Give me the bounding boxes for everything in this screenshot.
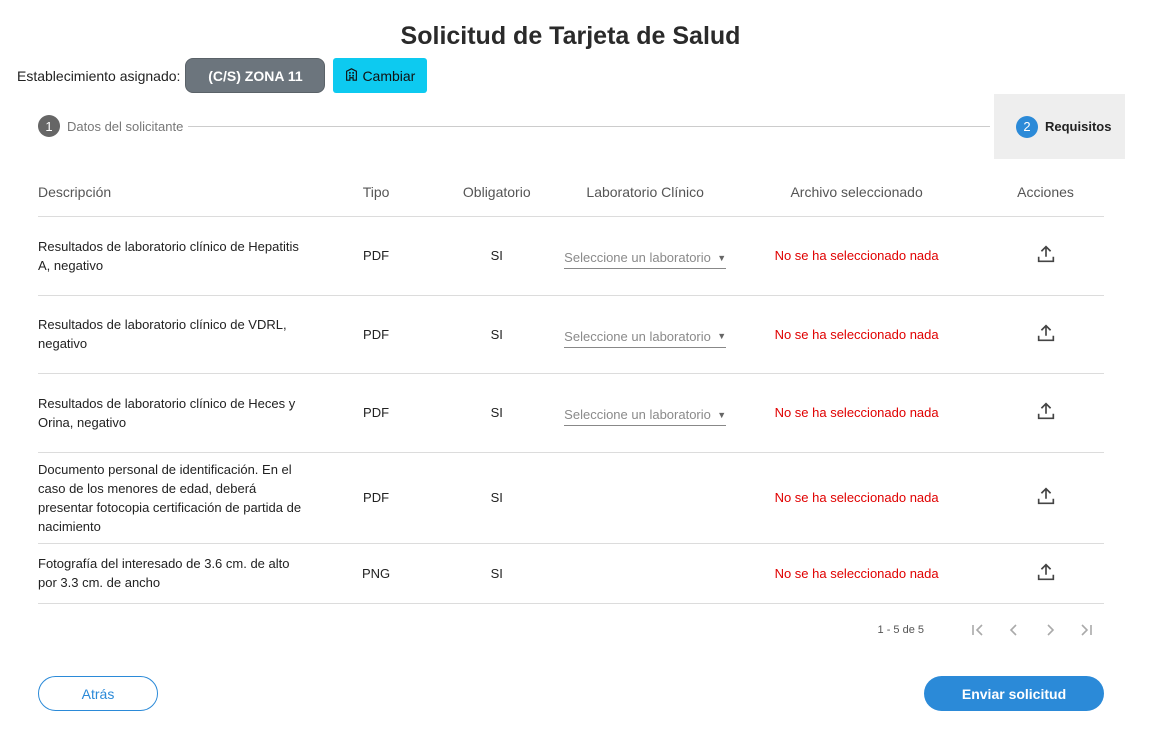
chevron-down-icon: ▼ [717, 331, 727, 341]
step-number: 1 [38, 115, 60, 137]
step-datos-solicitante[interactable]: 1 Datos del solicitante [38, 115, 183, 137]
lab-select[interactable]: Seleccione un laboratorio ▼ [564, 246, 727, 269]
row-required: SI [429, 216, 565, 296]
header-description: Descripción [38, 168, 323, 217]
header-type: Tipo [322, 168, 430, 217]
back-button[interactable]: Atrás [38, 676, 158, 711]
step-connector [188, 126, 990, 127]
row-file-status: No se ha seleccionado nada [726, 216, 988, 296]
row-required: SI [429, 452, 565, 544]
last-page-icon[interactable] [1068, 618, 1104, 642]
step-number: 2 [1016, 115, 1038, 138]
upload-icon[interactable] [1035, 400, 1057, 422]
row-required: SI [429, 373, 565, 453]
row-lab-empty [564, 543, 727, 604]
row-type: PNG [322, 543, 430, 604]
first-page-icon[interactable] [960, 618, 996, 642]
header-required: Obligatorio [429, 168, 565, 217]
header-lab: Laboratorio Clínico [564, 168, 727, 217]
stepper: 1 Datos del solicitante 2 Requisitos [38, 94, 1125, 159]
row-file-status: No se ha seleccionado nada [726, 373, 988, 453]
row-lab-empty [564, 452, 727, 544]
row-type: PDF [322, 216, 430, 296]
page-title: Solicitud de Tarjeta de Salud [400, 22, 741, 50]
establishment-bar: Establecimiento asignado: (C/S) ZONA 11 … [17, 58, 428, 93]
lab-select-placeholder: Seleccione un laboratorio [564, 250, 711, 265]
header-actions: Acciones [987, 168, 1104, 217]
lab-select-placeholder: Seleccione un laboratorio [564, 328, 711, 344]
lab-select[interactable]: Seleccione un laboratorio ▼ [564, 325, 727, 348]
row-file-status: No se ha seleccionado nada [726, 452, 988, 544]
requirements-table: Descripción Tipo Obligatorio Laboratorio… [38, 168, 1104, 604]
step-label: Requisitos [1045, 119, 1112, 134]
building-icon [345, 67, 358, 84]
step-requisitos[interactable]: 2 Requisitos [994, 94, 1125, 159]
establishment-label: Establecimiento asignado: [17, 67, 181, 84]
table-row: Fotografía del interesado de 3.6 cm. de … [38, 543, 1104, 604]
row-type: PDF [322, 373, 430, 453]
row-description: Resultados de laboratorio clínico de VDR… [38, 295, 323, 374]
zone-chip: (C/S) ZONA 11 [185, 58, 326, 93]
row-type: PDF [322, 295, 430, 374]
row-description: Resultados de laboratorio clínico de Hep… [38, 216, 323, 296]
submit-request-button[interactable]: Enviar solicitud [924, 676, 1104, 711]
upload-icon[interactable] [1035, 243, 1057, 265]
lab-select-placeholder: Seleccione un laboratorio [564, 407, 711, 422]
row-description: Fotografía del interesado de 3.6 cm. de … [38, 543, 323, 604]
table-row: Resultados de laboratorio clínico de Hec… [38, 373, 1104, 453]
header-file: Archivo seleccionado [726, 168, 988, 217]
lab-select[interactable]: Seleccione un laboratorio ▼ [564, 403, 727, 426]
chevron-down-icon: ▼ [717, 409, 727, 420]
row-description: Resultados de laboratorio clínico de Hec… [38, 373, 323, 453]
row-required: SI [429, 295, 565, 374]
change-label: Cambiar [362, 67, 416, 84]
row-file-status: No se ha seleccionado nada [726, 295, 988, 374]
chevron-left-icon[interactable] [996, 618, 1032, 642]
table-row: Resultados de laboratorio clínico de VDR… [38, 295, 1104, 374]
table-row: Documento personal de identificación. En… [38, 452, 1104, 544]
paginator-range: 1 - 5 de 5 [877, 624, 924, 636]
table-row: Resultados de laboratorio clínico de Hep… [38, 216, 1104, 296]
table-header-row: Descripción Tipo Obligatorio Laboratorio… [38, 168, 1104, 217]
row-type: PDF [322, 452, 430, 544]
step-label: Datos del solicitante [67, 118, 184, 134]
row-required: SI [429, 543, 565, 604]
chevron-down-icon: ▼ [717, 252, 727, 263]
change-establishment-button[interactable]: Cambiar [333, 58, 428, 93]
row-file-status: No se ha seleccionado nada [726, 543, 988, 604]
row-description: Documento personal de identificación. En… [38, 452, 323, 544]
upload-icon[interactable] [1035, 561, 1057, 583]
chevron-right-icon[interactable] [1032, 618, 1068, 642]
paginator: 1 - 5 de 5 [878, 618, 1104, 642]
upload-icon[interactable] [1035, 322, 1057, 344]
upload-icon[interactable] [1035, 485, 1057, 507]
